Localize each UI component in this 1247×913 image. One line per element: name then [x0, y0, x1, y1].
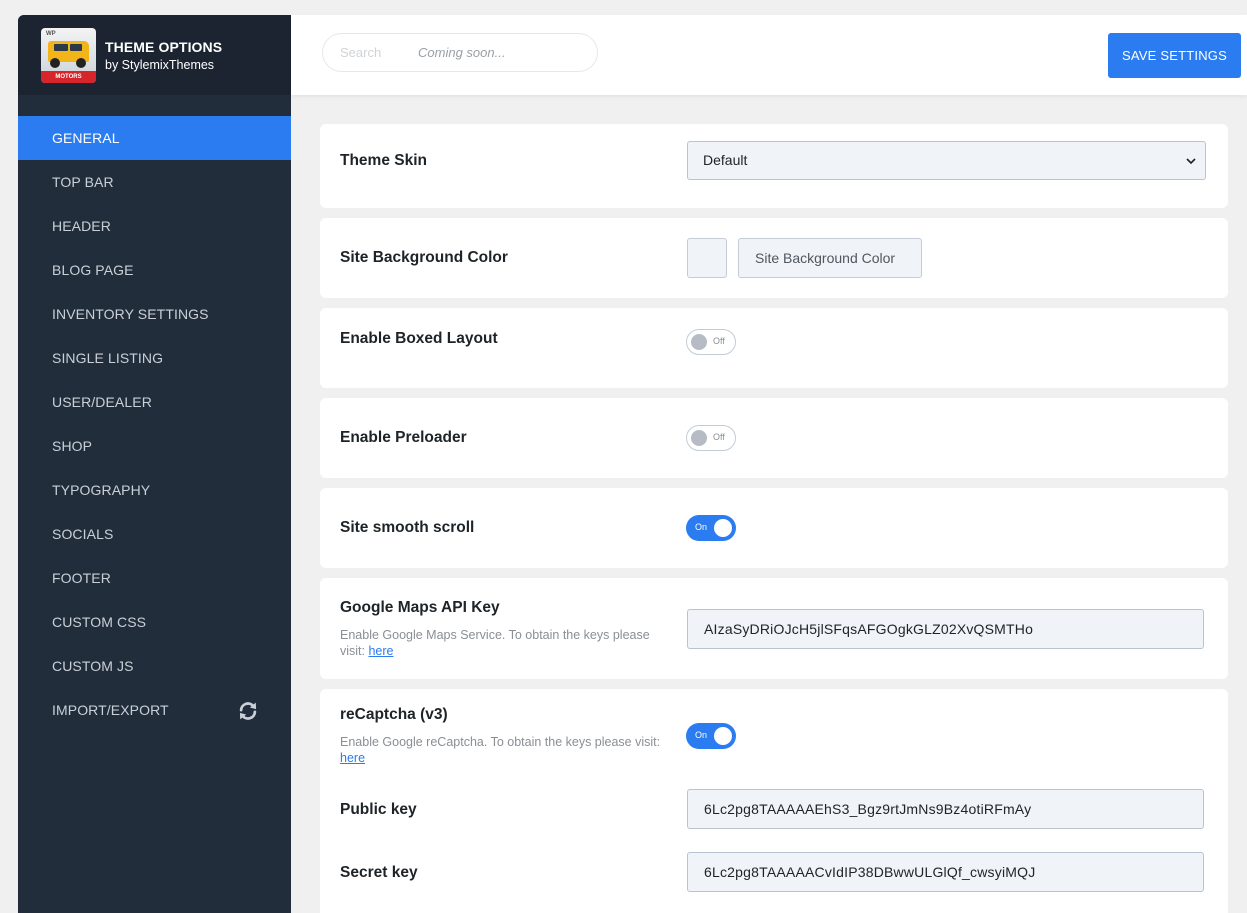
recaptcha-toggle[interactable]: On	[686, 723, 736, 749]
public-key-label: Public key	[340, 801, 417, 818]
recaptcha-description: Enable Google reCaptcha. To obtain the k…	[340, 735, 661, 765]
gmaps-here-link[interactable]: here	[368, 644, 393, 658]
sidebar-item-import-export[interactable]: IMPORT/EXPORT	[18, 688, 291, 732]
site-bg-color-input[interactable]: Site Background Color	[738, 238, 922, 278]
gmaps-panel: Google Maps API Key Enable Google Maps S…	[320, 578, 1228, 679]
search-coming-soon: Coming soon...	[418, 45, 506, 60]
sidebar-item-single-listing[interactable]: SINGLE LISTING	[18, 336, 291, 380]
sidebar-item-header[interactable]: HEADER	[18, 204, 291, 248]
logo-corner-text: WP	[46, 30, 56, 37]
gmaps-description: Enable Google Maps Service. To obtain th…	[340, 628, 650, 658]
sidebar-item-inventory-settings[interactable]: INVENTORY SETTINGS	[18, 292, 291, 336]
gmaps-api-key-input[interactable]: AIzaSyDRiOJcH5jlSFqsAFGOgkGLZ02XvQSMTHo	[687, 609, 1204, 649]
save-settings-button[interactable]: SAVE SETTINGS	[1108, 33, 1241, 78]
sidebar-item-custom-css[interactable]: CUSTOM CSS	[18, 600, 291, 644]
theme-skin-label: Theme Skin	[340, 152, 427, 169]
preloader-panel: Enable Preloader Off	[320, 398, 1228, 478]
sidebar-item-shop[interactable]: SHOP	[18, 424, 291, 468]
site-bg-panel: Site Background Color Site Background Co…	[320, 218, 1228, 298]
preloader-toggle[interactable]: Off	[686, 425, 736, 451]
search-box[interactable]: Coming soon...	[322, 33, 598, 72]
sidebar-item-general[interactable]: GENERAL	[18, 116, 291, 160]
gmaps-label: Google Maps API Key	[340, 599, 500, 616]
secret-key-input[interactable]: 6Lc2pg8TAAAAACvIdIP38DBwwULGlQf_cwsyiMQJ	[687, 852, 1204, 892]
top-bar: Coming soon... SAVE SETTINGS	[291, 15, 1247, 95]
boxed-layout-label: Enable Boxed Layout	[340, 330, 498, 347]
boxed-layout-toggle[interactable]: Off	[686, 329, 736, 355]
sidebar-nav: GENERAL TOP BAR HEADER BLOG PAGE INVENTO…	[18, 116, 291, 732]
theme-skin-panel: Theme Skin Default	[320, 124, 1228, 208]
recaptcha-label: reCaptcha (v3)	[340, 706, 448, 723]
sidebar-item-custom-js[interactable]: CUSTOM JS	[18, 644, 291, 688]
theme-skin-select[interactable]: Default	[687, 141, 1206, 180]
sidebar: WP MOTORS THEME OPTIONS by StylemixTheme…	[18, 15, 291, 913]
sidebar-item-top-bar[interactable]: TOP BAR	[18, 160, 291, 204]
sidebar-item-socials[interactable]: SOCIALS	[18, 512, 291, 556]
motors-logo: WP MOTORS	[41, 27, 96, 83]
site-bg-label: Site Background Color	[340, 249, 508, 266]
brand-header: WP MOTORS THEME OPTIONS by StylemixTheme…	[18, 15, 291, 95]
recaptcha-here-link[interactable]: here	[340, 751, 365, 765]
smooth-scroll-panel: Site smooth scroll On	[320, 488, 1228, 568]
sidebar-item-typography[interactable]: TYPOGRAPHY	[18, 468, 291, 512]
search-input[interactable]	[340, 45, 410, 60]
sidebar-item-blog-page[interactable]: BLOG PAGE	[18, 248, 291, 292]
preloader-label: Enable Preloader	[340, 429, 467, 446]
secret-key-label: Secret key	[340, 864, 418, 881]
smooth-scroll-label: Site smooth scroll	[340, 519, 475, 536]
sidebar-item-user-dealer[interactable]: USER/DEALER	[18, 380, 291, 424]
sidebar-item-footer[interactable]: FOOTER	[18, 556, 291, 600]
color-swatch[interactable]	[687, 238, 727, 278]
brand-title: THEME OPTIONS	[105, 38, 223, 55]
chevron-down-icon	[1186, 158, 1196, 165]
boxed-layout-panel: Enable Boxed Layout Off	[320, 308, 1228, 388]
recaptcha-panel: reCaptcha (v3) Enable Google reCaptcha. …	[320, 689, 1228, 913]
brand-subtitle: by StylemixThemes	[105, 57, 215, 72]
sync-icon	[239, 702, 257, 720]
public-key-input[interactable]: 6Lc2pg8TAAAAAEhS3_Bgz9rtJmNs9Bz4otiRFmAy	[687, 789, 1204, 829]
smooth-scroll-toggle[interactable]: On	[686, 515, 736, 541]
logo-band: MOTORS	[41, 70, 96, 83]
